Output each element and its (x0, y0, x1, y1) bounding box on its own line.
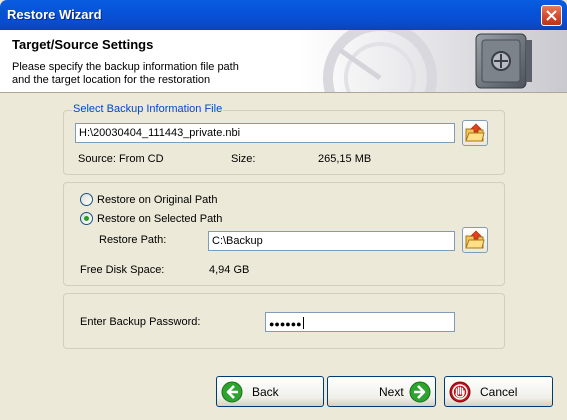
description-line-1: Please specify the backup information fi… (12, 61, 239, 73)
backup-size-label: Size: (231, 153, 256, 165)
password-masked-value: ●●●●●● (269, 319, 302, 329)
cancel-button-label: Cancel (480, 385, 518, 399)
folder-open-icon (465, 230, 485, 249)
radio-original-path-label[interactable]: Restore on Original Path (97, 194, 217, 206)
folder-open-icon (465, 123, 485, 142)
restore-wizard-window: Restore Wizard Target/Source Settings Pl… (0, 0, 567, 420)
title-bar[interactable]: Restore Wizard (0, 0, 567, 30)
backup-size-value: 265,15 MB (318, 153, 372, 165)
arrow-left-icon (221, 381, 243, 403)
next-button-label: Next (379, 385, 404, 399)
radio-selected-path-label[interactable]: Restore on Selected Path (97, 213, 222, 225)
next-button[interactable]: Next (327, 376, 436, 407)
browse-backup-file-button[interactable] (462, 120, 488, 146)
close-button[interactable] (541, 5, 562, 26)
cancel-button[interactable]: Cancel (444, 376, 553, 407)
window-title: Restore Wizard (7, 7, 102, 22)
free-disk-space-label: Free Disk Space: (80, 264, 165, 276)
back-button-label: Back (252, 385, 279, 399)
close-icon (546, 10, 557, 21)
free-disk-space-value: 4,94 GB (209, 264, 250, 276)
description-line-2: and the target location for the restorat… (12, 74, 211, 86)
password-input[interactable]: ●●●●●● (265, 312, 455, 332)
radio-selected-dot (84, 216, 89, 221)
radio-selected-path[interactable] (80, 212, 93, 225)
browse-restore-path-button[interactable] (462, 227, 488, 253)
restore-path-input[interactable]: C:\Backup (208, 231, 455, 251)
radio-original-path[interactable] (80, 193, 93, 206)
backup-source-label: Source: From CD (78, 153, 164, 165)
back-button[interactable]: Back (216, 376, 324, 407)
page-description: Please specify the backup information fi… (12, 61, 272, 87)
safe-vault-icon (300, 30, 567, 92)
stop-hand-icon (449, 381, 471, 403)
wizard-header: Target/Source Settings Please specify th… (0, 30, 567, 93)
backup-file-path-input[interactable]: H:\20030404_111443_private.nbi (75, 123, 455, 143)
text-caret (302, 317, 304, 329)
arrow-right-icon (409, 381, 431, 403)
page-title: Target/Source Settings (12, 37, 154, 52)
backup-file-legend: Select Backup Information File (72, 103, 224, 115)
restore-path-label: Restore Path: (99, 234, 167, 246)
password-label: Enter Backup Password: (80, 316, 201, 328)
